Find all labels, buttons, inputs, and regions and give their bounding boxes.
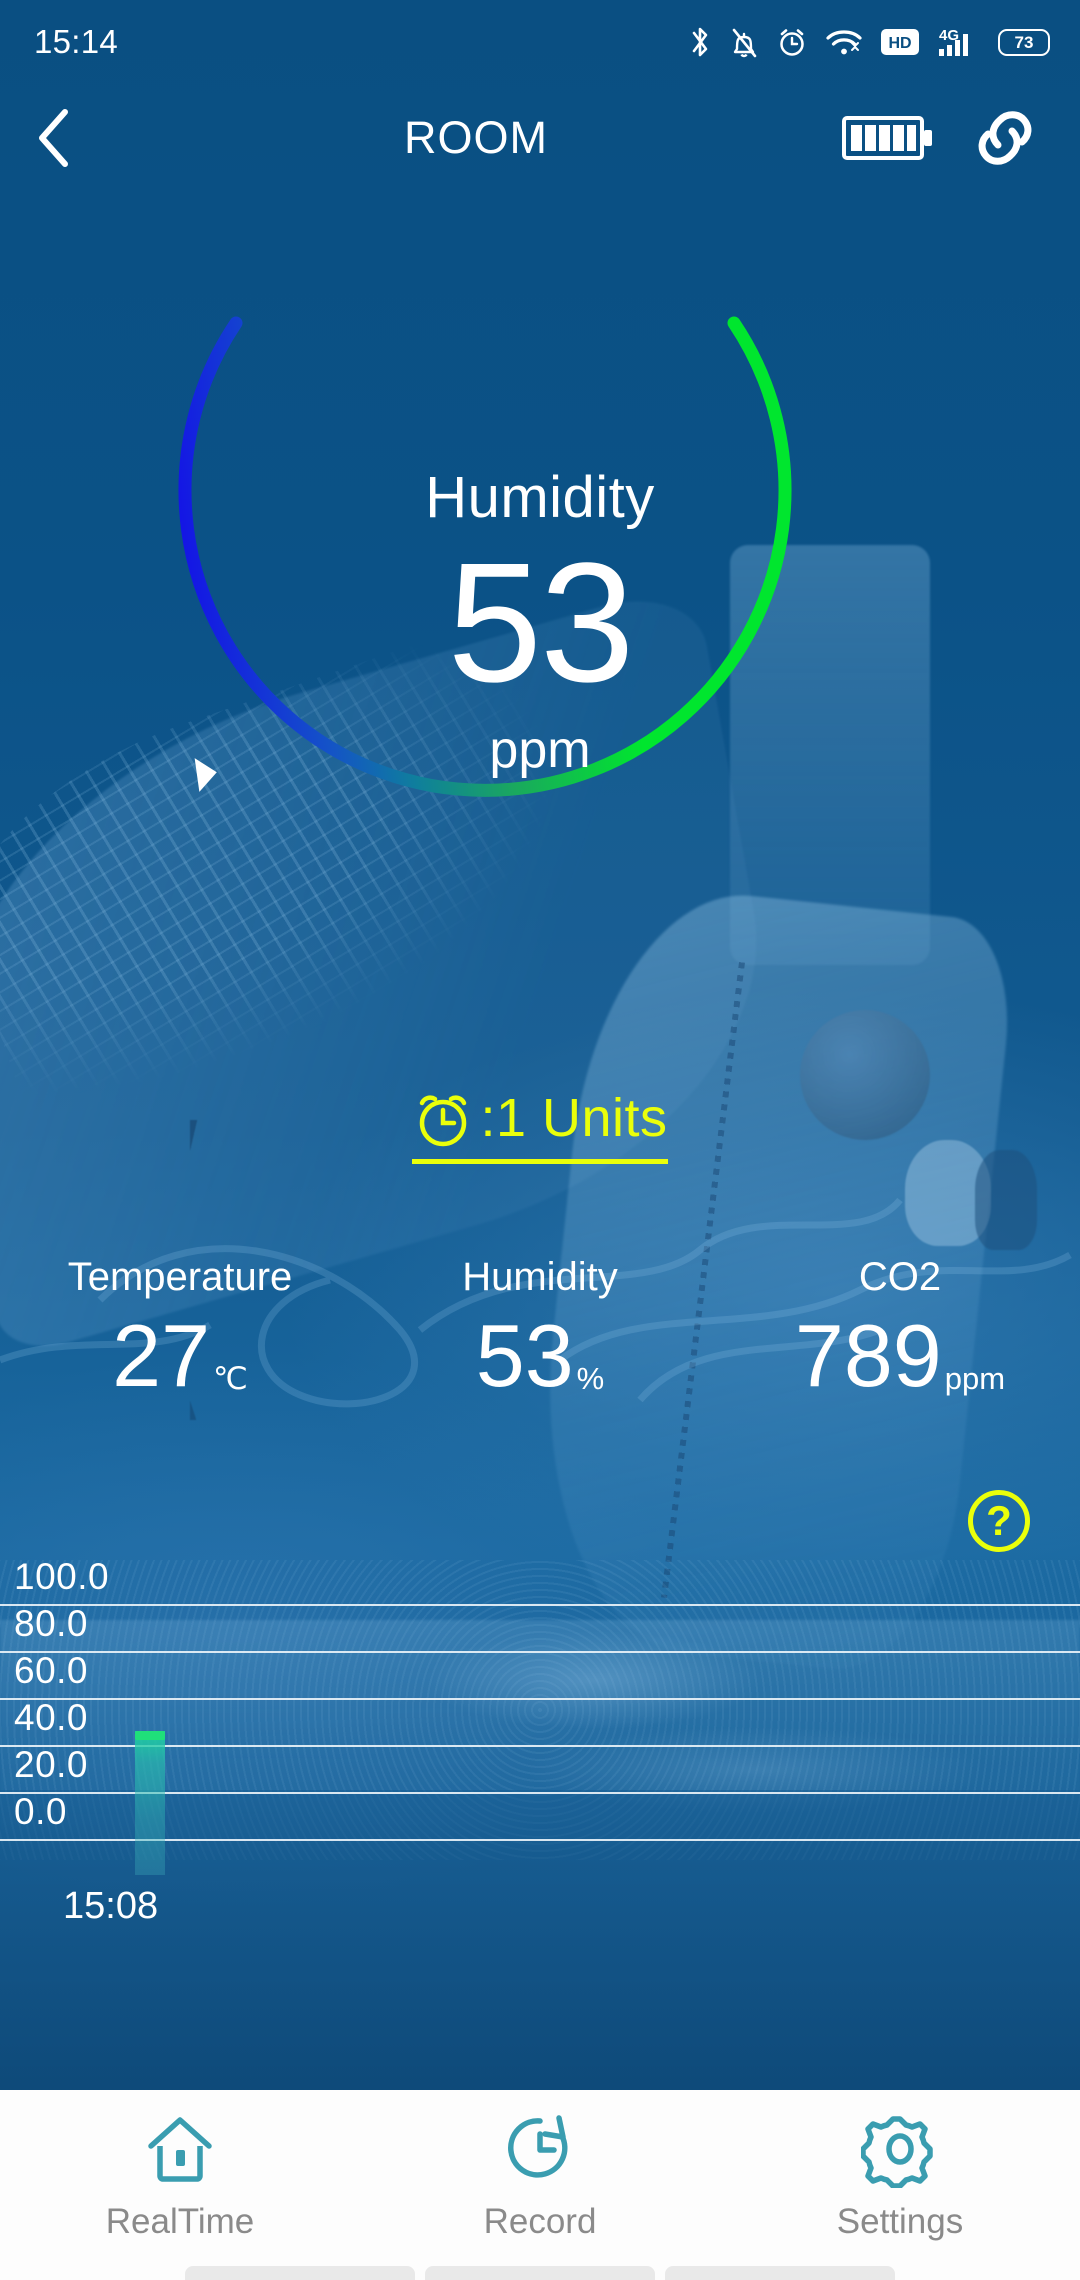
reading-unit: %: [576, 1361, 605, 1396]
chart-plot-area: 100.0 80.0 60.0 40.0 20.0 0.0: [0, 1556, 1080, 1980]
4g-signal-icon: 4G: [939, 27, 968, 56]
battery-percent-label: 73: [1014, 32, 1034, 52]
home-icon: [148, 2117, 212, 2182]
alarm-units-link[interactable]: :1 Units: [412, 1085, 668, 1164]
chart-yaxis-tick: 60.0: [14, 1650, 89, 1691]
chart-gridline: [0, 1604, 1080, 1606]
chart-yaxis-tick: 0.0: [14, 1791, 67, 1832]
gesture-hint-pill: [425, 2266, 655, 2280]
gauge-pointer-triangle: [194, 758, 217, 792]
reading-label: Temperature: [67, 1255, 293, 1299]
gesture-hint-pill: [665, 2266, 895, 2280]
status-bar: 15:14 HD 4G 73: [0, 0, 1080, 84]
chart-bar: [135, 1730, 165, 1875]
humidity-gauge: Humidity 53 ppm: [130, 262, 950, 982]
clock-rotate-icon: [508, 2115, 568, 2178]
question-mark-icon: ?: [986, 1497, 1012, 1544]
alarm-units-row[interactable]: :1 Units: [0, 1070, 1080, 1178]
chevron-left-icon: [39, 109, 68, 167]
reading-temperature: Temperature 27 ℃: [0, 1255, 360, 1445]
reading-label: CO2: [858, 1255, 942, 1299]
nav-label: RealTime: [105, 2202, 255, 2241]
reading-co2: CO2 789 ppm: [720, 1255, 1080, 1445]
wifi-icon: [826, 30, 862, 55]
history-bar-chart: 100.0 80.0 60.0 40.0 20.0 0.0 15:08: [0, 1556, 1080, 2050]
nav-item-record[interactable]: Record: [360, 2110, 720, 2242]
status-bar-clock: 15:14: [34, 23, 119, 60]
chart-gridline: [0, 1698, 1080, 1700]
gauge-arc: [178, 316, 792, 797]
sensor-readings-row: Temperature 27 ℃ Humidity 53 % CO2 789 p…: [0, 1255, 1080, 1445]
hd-icon: HD: [881, 29, 919, 55]
battery-percent-icon: 73: [998, 28, 1050, 56]
link-chain-icon[interactable]: [974, 107, 1036, 169]
chart-gridline: [0, 1651, 1080, 1653]
bluetooth-icon: [692, 27, 708, 57]
reading-value: 27: [112, 1306, 211, 1405]
chart-yaxis-tick: 40.0: [14, 1697, 89, 1738]
gear-icon: [861, 2116, 933, 2188]
nav-label: Record: [483, 2202, 597, 2241]
status-bar-icons: HD 4G 73: [688, 25, 1050, 59]
app-root: 15:14 HD 4G 73 ROOM Humidity 53 ppm:1 U…: [0, 0, 1080, 2280]
reading-value: 53: [475, 1306, 574, 1405]
svg-text:HD: HD: [888, 35, 911, 52]
bell-muted-icon: [732, 28, 757, 58]
bottom-navigation: RealTime Record Settings: [0, 2090, 1080, 2280]
alarm-clock-icon: [420, 1094, 467, 1146]
chart-xaxis-tick: 15:08: [63, 1885, 159, 1927]
alarm-units-label: :1 Units: [480, 1087, 668, 1148]
help-button[interactable]: ?: [968, 1490, 1030, 1552]
header-actions: [842, 107, 1080, 169]
reading-unit: ℃: [213, 1361, 248, 1396]
reading-unit: ppm: [944, 1361, 1006, 1396]
chart-yaxis-tick: 100.0: [14, 1556, 110, 1597]
chart-yaxis-tick: 80.0: [14, 1603, 89, 1644]
alarm-clock-icon: [780, 29, 804, 56]
nav-item-realtime[interactable]: RealTime: [0, 2110, 360, 2242]
gesture-hint-pill: [185, 2266, 415, 2280]
back-button[interactable]: [0, 88, 110, 188]
nav-item-settings[interactable]: Settings: [720, 2110, 1080, 2242]
reading-label: Humidity: [462, 1255, 618, 1299]
app-header: ROOM: [0, 88, 1080, 188]
chart-bar-cap: [135, 1730, 165, 1740]
chart-yaxis-tick: 20.0: [14, 1744, 89, 1785]
page-title: ROOM: [404, 112, 548, 163]
battery-full-icon[interactable]: [842, 112, 934, 164]
gesture-hint-bar: [0, 2254, 1080, 2280]
reading-humidity: Humidity 53 %: [360, 1255, 720, 1445]
nav-label: Settings: [836, 2202, 964, 2241]
reading-value: 789: [794, 1306, 942, 1405]
